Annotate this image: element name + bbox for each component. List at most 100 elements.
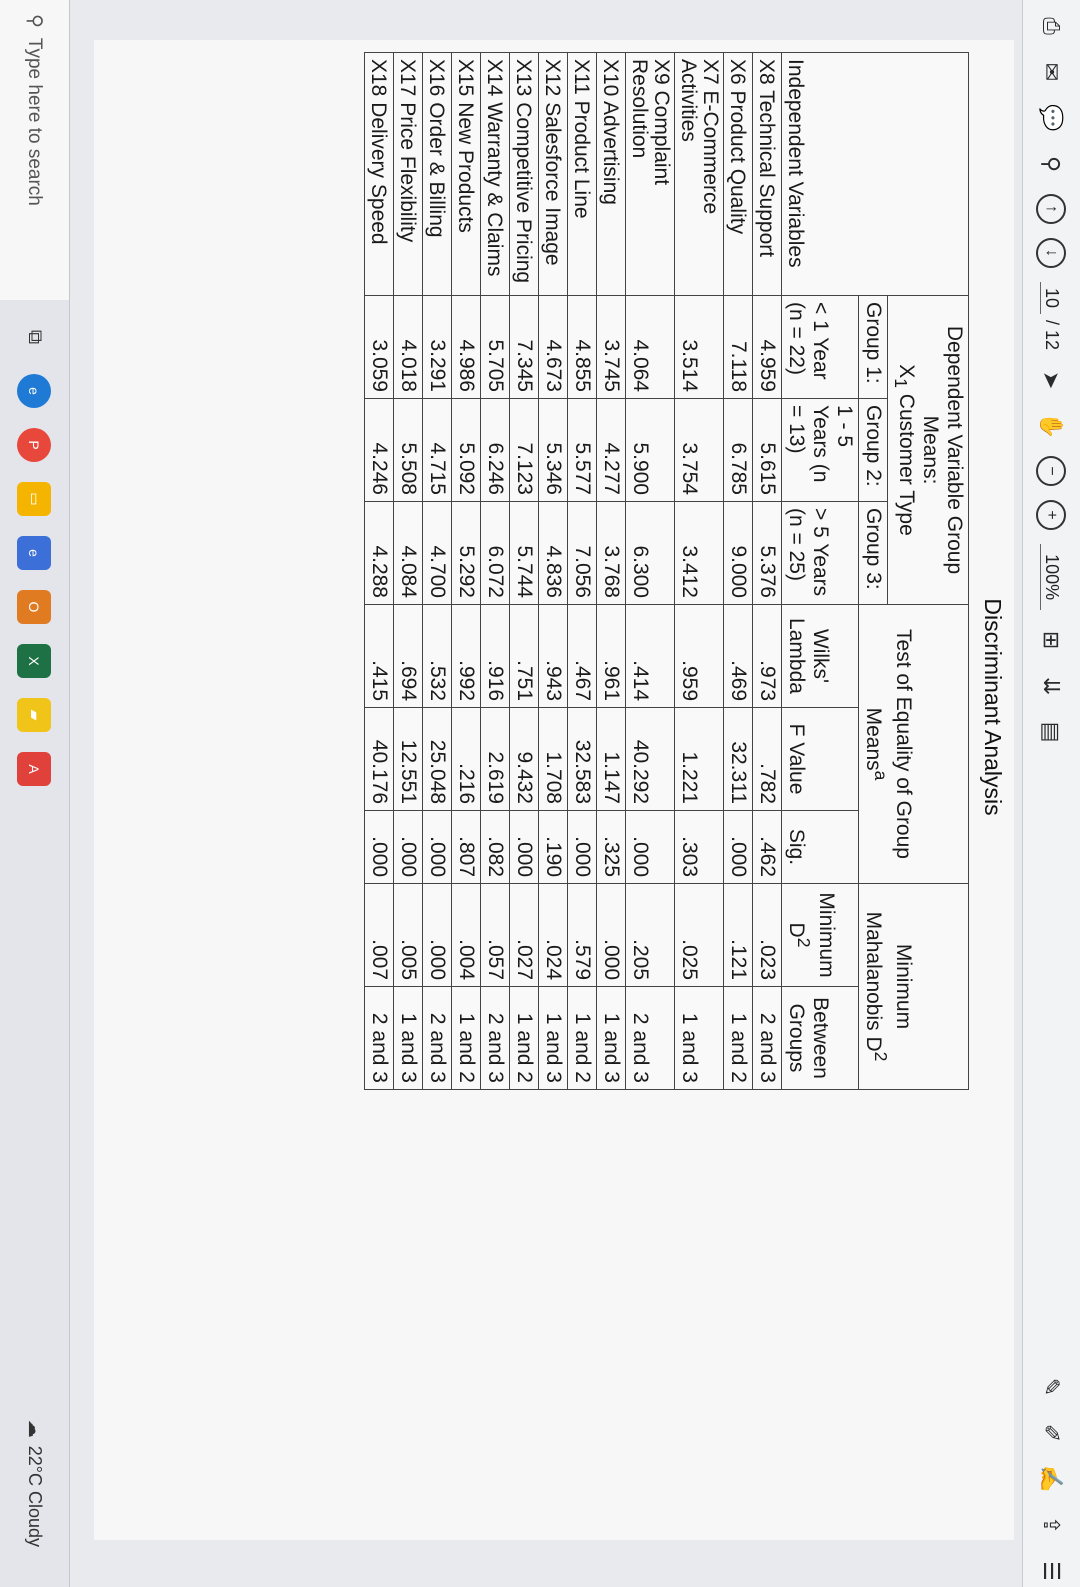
cell-g2: 5.900 bbox=[625, 398, 675, 502]
header-wilks: Wilks' Lambda bbox=[781, 604, 859, 708]
cell-g3: 3.768 bbox=[596, 501, 626, 605]
table-row: X16 Order & Billing 3.291 4.715 4.700.532 25… bbox=[422, 52, 452, 1090]
cell-wilks: .943 bbox=[538, 604, 568, 708]
excel-icon[interactable]: X bbox=[17, 644, 52, 678]
cell-f: .216 bbox=[451, 707, 481, 811]
cell-d2: .005 bbox=[393, 883, 423, 987]
row-variable: X10 Advertising bbox=[596, 52, 626, 296]
hand-icon[interactable]: ✋ bbox=[1036, 410, 1068, 442]
cell-g3: 5.376 bbox=[752, 501, 782, 605]
header-group-1: Group 1: bbox=[858, 295, 888, 399]
table-row: X14 Warranty & Claims 5.705 6.246 6.072.916… bbox=[480, 52, 510, 1090]
draw-icon[interactable]: ✐ bbox=[1036, 1417, 1068, 1449]
table-row: X15 New Products 4.986 5.092 5.292.992.216.… bbox=[451, 52, 481, 1090]
screen: ⎙ ✉ 💬 ⚲ ↑ ↓ 10 / 12 ➤ ✋ − + 100% ⊞ ⇊ ▤ ✎… bbox=[0, 0, 1080, 1587]
acrobat-icon[interactable]: A bbox=[17, 752, 52, 786]
office-icon[interactable]: O bbox=[17, 590, 52, 624]
scroll-mode-icon[interactable]: ⇊ bbox=[1036, 670, 1068, 702]
cell-wilks: .916 bbox=[480, 604, 510, 708]
cell-g2: 5.346 bbox=[538, 398, 568, 502]
fit-page-icon[interactable]: ⊞ bbox=[1036, 624, 1068, 656]
header-group-2: Group 2: bbox=[858, 398, 888, 502]
ie-icon[interactable]: e bbox=[17, 536, 52, 570]
edge-icon[interactable]: e bbox=[17, 374, 52, 408]
weather-widget[interactable]: ☁ 22°C Cloudy bbox=[24, 1420, 45, 1547]
prev-page-icon[interactable]: ↑ bbox=[1036, 194, 1067, 224]
cell-d2: .023 bbox=[752, 883, 782, 987]
cell-wilks: .414 bbox=[625, 604, 675, 708]
cell-between: 1 and 3 bbox=[596, 986, 626, 1090]
cell-g2: 5.508 bbox=[393, 398, 423, 502]
zoom-in-icon[interactable]: + bbox=[1036, 500, 1067, 531]
cell-wilks: .992 bbox=[451, 604, 481, 708]
header-mahalanobis: Minimum Mahalanobis D2 bbox=[858, 883, 969, 1090]
cell-f: 1.221 bbox=[674, 707, 724, 811]
cell-d2: .121 bbox=[723, 883, 753, 987]
cell-sig: .000 bbox=[422, 810, 452, 884]
cell-g2: 5.092 bbox=[451, 398, 481, 502]
cell-g1: 4.986 bbox=[451, 295, 481, 399]
cell-g3: 4.084 bbox=[393, 501, 423, 605]
document-title: Discriminant Analysis bbox=[980, 598, 1006, 816]
table-row: X17 Price Flexibility 4.018 5.508 4.084.694… bbox=[393, 52, 423, 1090]
cell-between: 1 and 2 bbox=[509, 986, 539, 1090]
cursor-icon[interactable]: ➤ bbox=[1036, 364, 1068, 396]
cell-f: 1.147 bbox=[596, 707, 626, 811]
cell-sig: .462 bbox=[752, 810, 782, 884]
page-current-input[interactable]: 10 bbox=[1040, 282, 1063, 315]
cell-f: 40.292 bbox=[625, 707, 675, 811]
header-group-1-sub: < 1 Year (n = 22) bbox=[781, 295, 859, 399]
cell-d2: .007 bbox=[364, 883, 394, 987]
cell-wilks: .467 bbox=[567, 604, 597, 708]
table-body: X8 Technical Support 4.959 5.615 5.376.973.… bbox=[364, 52, 782, 1090]
header-dependent-means: Dependent Variable Group Means: X1 Custo… bbox=[887, 295, 969, 605]
cell-f: 2.619 bbox=[480, 707, 510, 811]
zoom-select[interactable]: 100% bbox=[1040, 544, 1063, 611]
mail-icon[interactable]: ✉ bbox=[1036, 56, 1068, 88]
cell-d2: .057 bbox=[480, 883, 510, 987]
row-variable: X6 Product Quality bbox=[723, 52, 753, 296]
page-counter: 10 / 12 bbox=[1040, 282, 1063, 350]
file-explorer-icon[interactable]: ▭ bbox=[17, 482, 52, 516]
cell-g1: 3.291 bbox=[422, 295, 452, 399]
comment-icon[interactable]: ▤ bbox=[1036, 716, 1068, 748]
folder-icon[interactable]: ▰ bbox=[17, 698, 52, 732]
share-icon[interactable]: ⇪ bbox=[1036, 1509, 1068, 1541]
task-view-icon[interactable]: ⧉ bbox=[18, 320, 52, 354]
powerpoint-icon[interactable]: P bbox=[17, 428, 52, 462]
cell-wilks: .973 bbox=[752, 604, 782, 708]
chat-icon[interactable]: 💬 bbox=[1036, 102, 1068, 134]
next-page-icon[interactable]: ↓ bbox=[1036, 238, 1067, 268]
cell-g3: 3.412 bbox=[674, 501, 724, 605]
cell-between: 2 and 3 bbox=[625, 986, 675, 1090]
cell-g1: 4.673 bbox=[538, 295, 568, 399]
row-variable: X13 Competitive Pricing bbox=[509, 52, 539, 296]
search-placeholder: Type here to search bbox=[24, 37, 46, 206]
cell-g2: 4.715 bbox=[422, 398, 452, 502]
zoom-out-icon[interactable]: − bbox=[1036, 456, 1067, 487]
cell-sig: .807 bbox=[451, 810, 481, 884]
header-min-d2: Minimum D2 bbox=[781, 883, 859, 987]
cell-g2: 5.615 bbox=[752, 398, 782, 502]
header-sig: Sig. bbox=[781, 810, 859, 884]
weather-text: 22°C Cloudy bbox=[25, 1445, 45, 1547]
cell-g3: 4.288 bbox=[364, 501, 394, 605]
cell-f: 1.708 bbox=[538, 707, 568, 811]
discriminant-table: Independent Variables Dependent Variable… bbox=[363, 52, 969, 1090]
cell-sig: .000 bbox=[723, 810, 753, 884]
cell-g1: 7.118 bbox=[723, 295, 753, 399]
sign-icon[interactable]: ✍ bbox=[1036, 1463, 1068, 1495]
print-icon[interactable]: ⎙ bbox=[1036, 10, 1068, 42]
highlight-icon[interactable]: ✎ bbox=[1036, 1371, 1068, 1403]
taskbar-search[interactable]: ⚲ Type here to search bbox=[0, 0, 70, 300]
menu-icon[interactable]: ☰ bbox=[1036, 1555, 1068, 1587]
cell-g1: 4.855 bbox=[567, 295, 597, 399]
header-group-3-sub: > 5 Years (n = 25) bbox=[781, 501, 859, 605]
header-f-value: F Value bbox=[781, 707, 859, 811]
cell-f: 25.048 bbox=[422, 707, 452, 811]
cell-sig: .000 bbox=[509, 810, 539, 884]
cell-wilks: .961 bbox=[596, 604, 626, 708]
cell-f: 9.432 bbox=[509, 707, 539, 811]
cell-between: 1 and 3 bbox=[393, 986, 423, 1090]
search-icon[interactable]: ⚲ bbox=[1036, 148, 1068, 180]
